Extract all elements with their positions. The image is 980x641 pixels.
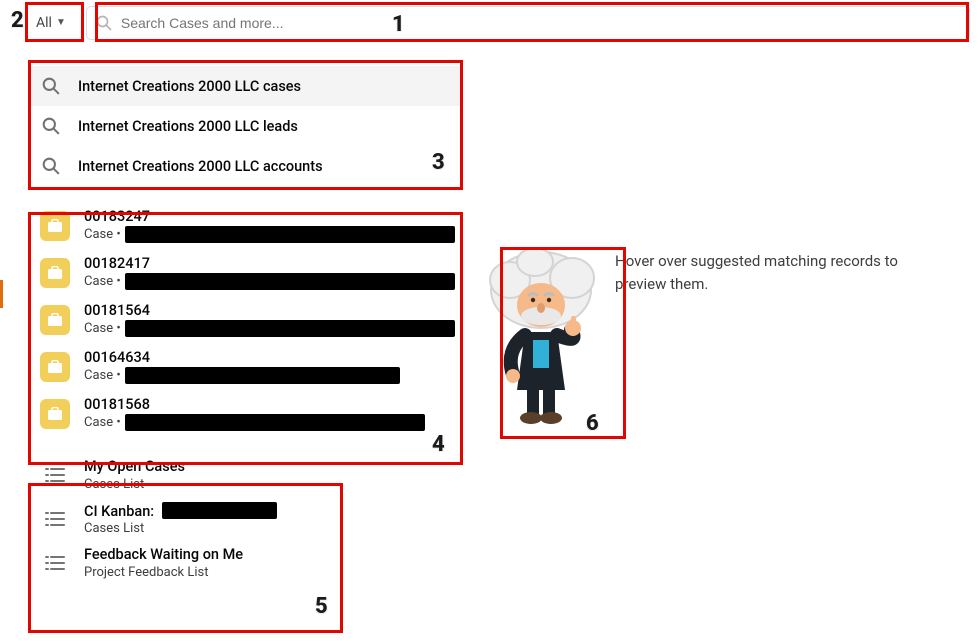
record-number: 00182417 bbox=[84, 255, 455, 273]
search-lists-group: My Open Cases Cases List CI Kanban: Case… bbox=[28, 437, 463, 585]
orange-accent bbox=[0, 280, 3, 308]
list-row[interactable]: My Open Cases Cases List bbox=[28, 453, 463, 497]
record-subinfo: Case • bbox=[84, 320, 455, 337]
search-suggestions-group: Internet Creations 2000 LLC cases Intern… bbox=[28, 60, 463, 186]
case-icon bbox=[40, 399, 70, 429]
search-icon bbox=[40, 75, 62, 97]
record-row[interactable]: 00181564 Case • bbox=[28, 296, 463, 343]
einstein-character-icon bbox=[485, 250, 597, 425]
record-number: 00181568 bbox=[84, 396, 425, 414]
search-suggestion[interactable]: Internet Creations 2000 LLC leads bbox=[28, 106, 463, 146]
record-subinfo: Case • bbox=[84, 414, 425, 431]
caret-down-icon: ▼ bbox=[56, 17, 66, 28]
record-subinfo: Case • bbox=[84, 367, 400, 384]
list-icon bbox=[40, 548, 70, 578]
search-icon bbox=[40, 155, 62, 177]
search-suggestion-label: Internet Creations 2000 LLC leads bbox=[78, 118, 298, 135]
case-icon bbox=[40, 258, 70, 288]
redacted-text bbox=[125, 414, 425, 431]
record-number: 00183247 bbox=[84, 208, 455, 226]
redacted-text bbox=[162, 502, 277, 519]
record-row[interactable]: 00183247 Case • bbox=[28, 202, 463, 249]
list-icon bbox=[40, 460, 70, 490]
preview-hint-text: Hover over suggested matching records to… bbox=[615, 250, 935, 295]
preview-pane: Hover over suggested matching records to… bbox=[485, 60, 970, 637]
redacted-text bbox=[125, 273, 455, 290]
list-subtitle: Cases List bbox=[84, 521, 277, 536]
global-search-bar: All ▼ bbox=[0, 0, 980, 45]
record-number: 00164634 bbox=[84, 349, 400, 367]
record-subinfo: Case • bbox=[84, 226, 455, 243]
search-scope-dropdown[interactable]: All ▼ bbox=[30, 15, 72, 31]
redacted-text bbox=[125, 226, 455, 243]
list-title: Feedback Waiting on Me bbox=[84, 546, 243, 564]
redacted-text bbox=[125, 320, 455, 337]
list-subtitle: Project Feedback List bbox=[84, 565, 243, 580]
search-scope-label: All bbox=[36, 15, 52, 31]
list-row[interactable]: Feedback Waiting on Me Project Feedback … bbox=[28, 541, 463, 585]
redacted-text bbox=[125, 367, 400, 384]
search-suggestion-label: Internet Creations 2000 LLC cases bbox=[78, 78, 301, 95]
search-input[interactable] bbox=[86, 6, 970, 40]
case-icon bbox=[40, 211, 70, 241]
search-records-group: 00183247 Case • 00182417 Case • bbox=[28, 186, 463, 437]
case-icon bbox=[40, 352, 70, 382]
search-suggestion[interactable]: Internet Creations 2000 LLC accounts bbox=[28, 146, 463, 186]
list-subtitle: Cases List bbox=[84, 477, 185, 492]
list-row[interactable]: CI Kanban: Cases List bbox=[28, 497, 463, 541]
list-title: CI Kanban: bbox=[84, 502, 277, 521]
record-number: 00181564 bbox=[84, 302, 455, 320]
record-row[interactable]: 00164634 Case • bbox=[28, 343, 463, 390]
search-icon bbox=[40, 115, 62, 137]
search-results-panel: Internet Creations 2000 LLC cases Intern… bbox=[28, 60, 463, 637]
list-icon bbox=[40, 504, 70, 534]
search-suggestion-label: Internet Creations 2000 LLC accounts bbox=[78, 158, 323, 175]
record-subinfo: Case • bbox=[84, 273, 455, 290]
search-suggestion[interactable]: Internet Creations 2000 LLC cases bbox=[28, 66, 463, 106]
case-icon bbox=[40, 305, 70, 335]
record-row[interactable]: 00181568 Case • bbox=[28, 390, 463, 437]
record-row[interactable]: 00182417 Case • bbox=[28, 249, 463, 296]
list-title: My Open Cases bbox=[84, 458, 185, 476]
